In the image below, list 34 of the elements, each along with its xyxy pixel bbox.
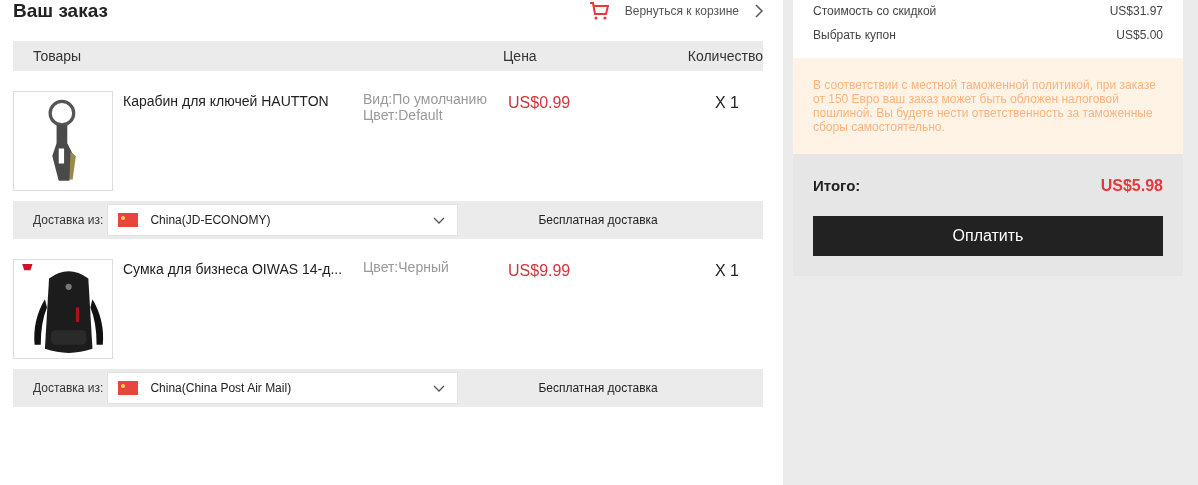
china-flag-icon bbox=[118, 381, 139, 395]
shipping-label: Доставка из: bbox=[33, 212, 104, 229]
total-value: US$5.98 bbox=[1100, 176, 1163, 196]
back-to-cart-link[interactable]: Вернуться к корзине bbox=[624, 2, 739, 20]
total-label: Итого: bbox=[813, 175, 861, 196]
product-quantity: X 1 bbox=[715, 93, 739, 113]
column-header: Товары bbox=[33, 46, 83, 66]
column-header: Цена bbox=[503, 46, 538, 66]
cart-icon bbox=[588, 2, 609, 20]
customs-notice: В соответствии с местной таможенной политикой, при заказе от 150 Евро ваш заказ может быть обложен налоговой пошлиной. Вы будете нести ответственность за таможенные сборы самостоятельно. bbox=[793, 58, 1183, 154]
summary-value: US$5.00 bbox=[1116, 27, 1163, 44]
product-name[interactable]: Сумка для бизнеса OIWAS 14-д... bbox=[123, 259, 363, 369]
pay-button[interactable]: Оплатить bbox=[813, 216, 1163, 256]
shipping-label: Доставка из: bbox=[33, 380, 104, 397]
shipping-cost: Бесплатная доставка bbox=[538, 212, 658, 229]
summary-label: Стоимость со скидкой bbox=[813, 3, 937, 20]
summary-label: Выбрать купон bbox=[813, 27, 896, 44]
page-title: Ваш заказ bbox=[13, 0, 108, 23]
product-name[interactable]: Карабин для ключей HAUTTON bbox=[123, 91, 363, 201]
summary-value: US$31.97 bbox=[1109, 3, 1163, 20]
product-quantity: X 1 bbox=[715, 261, 739, 281]
product-option: Цвет:Default bbox=[363, 107, 508, 123]
chevron-right-icon bbox=[755, 4, 763, 18]
shipping-select[interactable]: China(China Post Air Mail) bbox=[107, 372, 459, 404]
chevron-down-icon bbox=[433, 384, 446, 392]
shipping-select[interactable]: China(JD-ECONOMY) bbox=[107, 204, 459, 236]
product-option: Вид:По умолчанию bbox=[363, 91, 508, 107]
product-option: Цвет:Черный bbox=[363, 259, 508, 275]
shipping-cost: Бесплатная доставка bbox=[538, 380, 658, 397]
product-price: US$0.99 bbox=[508, 93, 571, 113]
product-price: US$9.99 bbox=[508, 261, 571, 281]
column-header: Количество bbox=[687, 46, 763, 66]
china-flag-icon bbox=[118, 213, 139, 227]
chevron-down-icon bbox=[433, 216, 446, 224]
